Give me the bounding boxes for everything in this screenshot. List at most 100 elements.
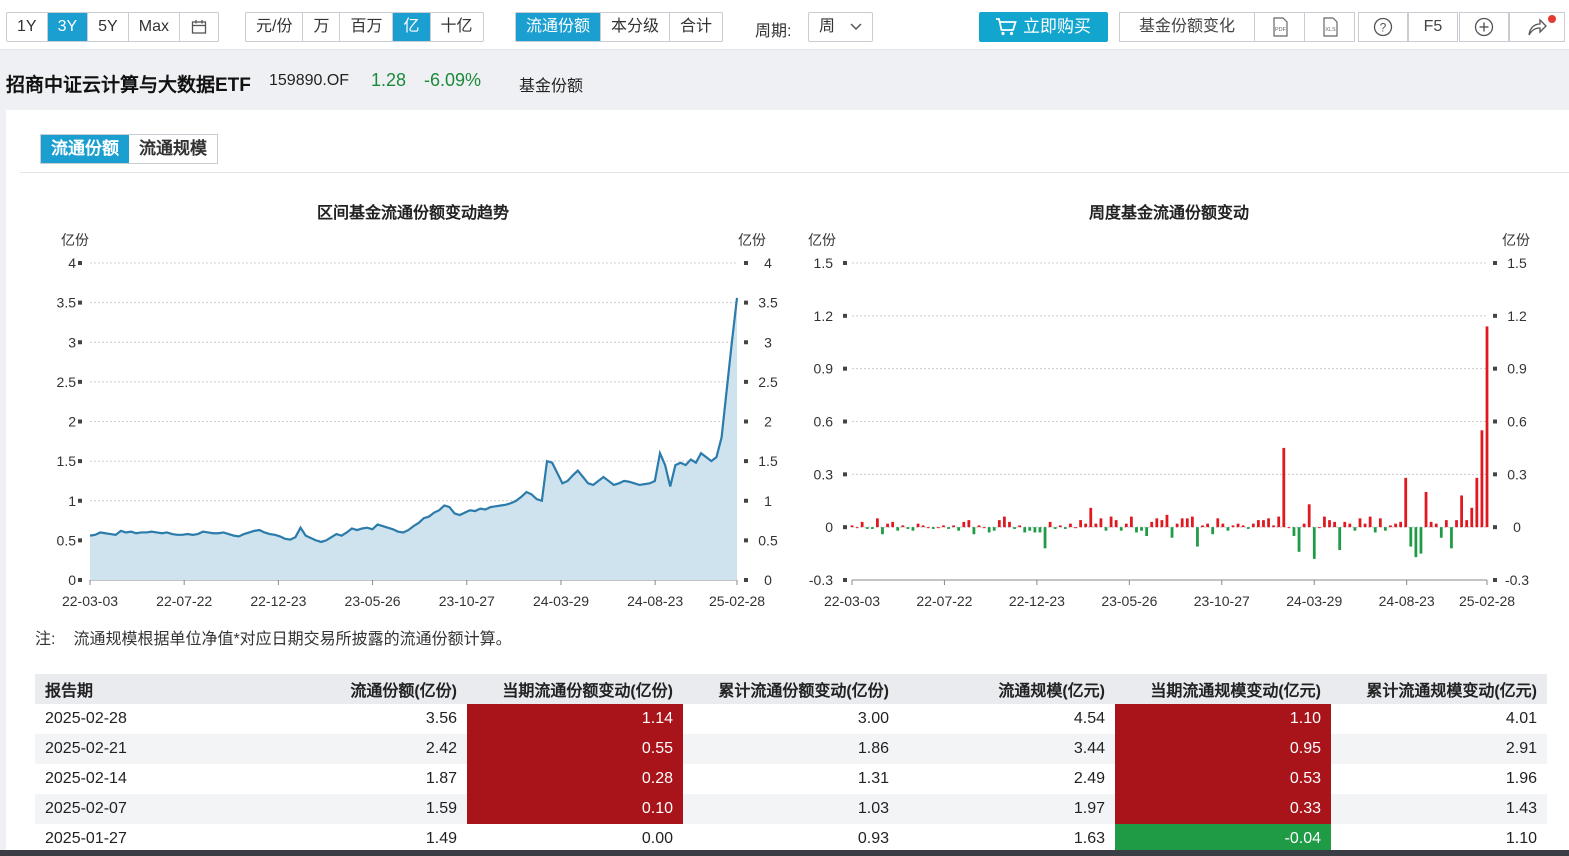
chart-title: 区间基金流通份额变动趋势 [317, 203, 509, 222]
y-tick-label-left: 1.5 [57, 453, 77, 469]
weekly-change-bar [1424, 491, 1428, 528]
weekly-change-bar [1429, 521, 1433, 528]
table-cell: 0.28 [467, 764, 683, 794]
weekly-change-bar [1175, 523, 1179, 528]
weekly-change-bar [1475, 477, 1479, 528]
x-tick-label: 24-08-23 [1379, 593, 1435, 609]
weekly-change-bar [1444, 520, 1448, 528]
chart-title: 周度基金流通份额变动 [1089, 203, 1249, 222]
weekly-change-bar [1170, 527, 1174, 538]
weekly-change-bar [987, 527, 991, 533]
table-row[interactable]: 2025-02-14 1.87 0.28 1.31 2.49 0.53 1.96 [35, 764, 1547, 794]
weekly-change-bar [1008, 521, 1011, 528]
weekly-change-bar [1013, 527, 1016, 529]
x-tick-label: 22-03-03 [62, 593, 118, 609]
footnote-text: 流通规模根据单位净值*对应日期交易所披露的流通份额计算。 [73, 631, 512, 648]
table-cell: 1.10 [1115, 704, 1331, 734]
y-tick-label-left: 1 [68, 493, 76, 509]
y-tick-mark-left [78, 419, 82, 424]
x-tick-label: 22-07-22 [156, 593, 212, 609]
y-tick-mark-right [1493, 578, 1497, 582]
weekly-change-bar [1089, 507, 1093, 528]
x-tick-label: 25-02-28 [1459, 593, 1515, 609]
x-tick-label: 24-03-29 [1286, 593, 1342, 609]
y-tick-label-left: 0.5 [57, 532, 77, 548]
y-tick-mark-left [843, 366, 847, 371]
weekly-change-bar [1104, 527, 1108, 531]
weekly-change-bar [1033, 527, 1037, 533]
weekly-change-bar [1069, 523, 1072, 528]
weekly-change-bar [1251, 523, 1255, 528]
col-circulating-share[interactable]: 流通份额(亿份) [210, 674, 467, 704]
y-tick-label-left: 2 [68, 414, 76, 430]
y-tick-mark-left [78, 261, 82, 265]
table-cell: 4.01 [1505, 710, 1537, 727]
table-cell: 1.59 [210, 794, 467, 824]
weekly-change-bar [1277, 516, 1281, 528]
weekly-change-bar [931, 527, 935, 529]
weekly-change-bar [1363, 523, 1367, 528]
y-tick-label-right: 0.3 [1507, 466, 1527, 482]
weekly-change-bar [1470, 507, 1474, 528]
y-tick-label-right: 2.5 [758, 374, 778, 390]
weekly-change-bar [1216, 518, 1220, 528]
col-report-period[interactable]: 报告期 [35, 674, 210, 704]
col-cumulative-scale-change[interactable]: 累计流通规模变动(亿元) [1331, 674, 1547, 704]
weekly-change-bar [881, 527, 884, 535]
weekly-change-bar [1155, 518, 1159, 528]
weekly-change-bar [1099, 518, 1103, 528]
weekly-change-bar [1343, 521, 1347, 528]
y-tick-mark-right [1493, 472, 1497, 477]
weekly-change-bar [1114, 520, 1118, 528]
table-cell: 2025-02-14 [45, 770, 127, 787]
footnote: 注: 流通规模根据单位净值*对应日期交易所披露的流通份额计算。 [35, 625, 512, 649]
weekly-change-bar [1323, 516, 1326, 528]
x-tick-label: 23-10-27 [439, 593, 495, 609]
weekly-change-bar [942, 525, 945, 528]
weekly-change-bar [1063, 527, 1067, 529]
y-tick-mark-left [78, 459, 82, 464]
col-period-scale-change[interactable]: 当期流通规模变动(亿元) [1115, 674, 1331, 704]
weekly-change-bar [1018, 525, 1022, 528]
table-row[interactable]: 2025-02-07 1.59 0.10 1.03 1.97 0.33 1.43 [35, 794, 1547, 824]
weekly-change-bar [952, 525, 955, 528]
y-tick-mark-left [843, 261, 847, 265]
col-circulating-scale[interactable]: 流通规模(亿元) [899, 674, 1115, 704]
table-cell: 2.91 [1331, 734, 1547, 764]
table-cell: 1.86 [683, 734, 899, 764]
weekly-change-bar [1130, 516, 1133, 528]
weekly-change-bar [1455, 520, 1458, 528]
weekly-change-bar [1196, 527, 1199, 547]
x-tick-label: 24-03-29 [533, 593, 589, 609]
weekly-change-bar [957, 527, 961, 531]
table-cell: 4.54 [1073, 710, 1105, 727]
weekly-change-bar [1119, 527, 1123, 531]
col-cumulative-share-change[interactable]: 累计流通份额变动(亿份) [683, 674, 899, 704]
weekly-change-bar [962, 521, 966, 528]
share-change-table: 报告期 流通份额(亿份) 当期流通份额变动(亿份) 累计流通份额变动(亿份) 流… [35, 674, 1547, 854]
table-cell: 2.42 [210, 734, 467, 764]
table-cell: 1.14 [467, 704, 683, 734]
table-cell: 0.10 [467, 794, 683, 824]
weekly-change-bar [906, 527, 910, 529]
y-tick-label-left: 0 [825, 519, 833, 535]
weekly-change-bar [1079, 520, 1082, 528]
weekly-change-bar [1084, 523, 1088, 528]
weekly-change-bar [891, 521, 895, 528]
y-tick-mark-left [843, 472, 847, 477]
table-row[interactable]: 2025-02-21 2.42 0.55 1.86 3.44 0.95 2.91 [35, 734, 1547, 764]
y-axis-unit-left: 亿份 [61, 232, 89, 248]
y-tick-label-right: 4 [764, 255, 772, 271]
table-row[interactable]: 2025-02-28 3.56 1.14 3.00 4.54 1.10 4.01 [35, 704, 1547, 734]
x-tick-label: 22-03-03 [824, 593, 880, 609]
y-tick-mark-left [78, 538, 82, 543]
table-cell: 1.43 [1331, 794, 1547, 824]
y-tick-mark-left [78, 300, 82, 305]
weekly-change-bar [1409, 527, 1413, 547]
col-period-share-change[interactable]: 当期流通份额变动(亿份) [467, 674, 683, 704]
y-tick-label-right: 0.5 [758, 532, 778, 548]
x-tick-label: 22-07-22 [916, 593, 972, 609]
weekly-change-bar [876, 518, 879, 528]
weekly-change-bar [916, 523, 920, 528]
table-cell: 3.44 [899, 734, 1115, 764]
